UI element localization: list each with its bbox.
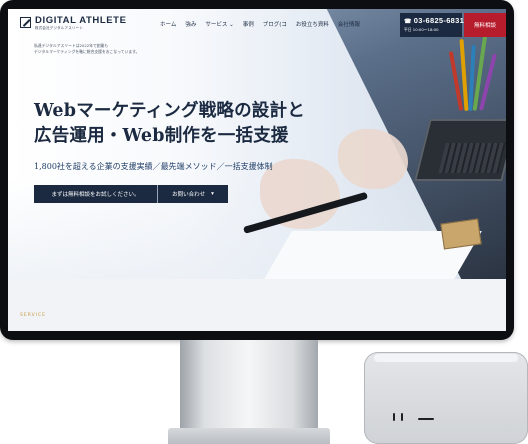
logo-subtitle: 株式会社デジタルアスリート: [35, 26, 84, 30]
usb-port-icon: [393, 413, 395, 421]
browser-screen: DIGITAL ATHLETE 株式会社デジタルアスリート ホーム 強み サービ…: [8, 9, 506, 331]
hero-headline: Webマーケティング戦略の設計と 広告運用・Web制作を一括支援: [34, 99, 305, 149]
contact-cta-label: お問い合わせ: [172, 192, 206, 198]
nav-item-services[interactable]: サービス ⌄: [205, 20, 233, 28]
nav-item-strengths[interactable]: 強み: [185, 20, 196, 28]
free-consultation-button[interactable]: 無料相談: [464, 13, 506, 37]
phone-contact[interactable]: ☎ 03-6825-6831 平日 10:00〜18:00: [400, 13, 465, 37]
monitor: DIGITAL ATHLETE 株式会社デジタルアスリート ホーム 強み サービ…: [0, 0, 514, 340]
nav-item-home[interactable]: ホーム: [160, 20, 176, 28]
hero-subheadline: 1,800社を超える企業の支援実績／最先端メソッド／一括支援体制: [34, 162, 273, 171]
nav-item-resources[interactable]: お役立ち資料: [296, 20, 329, 28]
main-nav: ホーム 強み サービス ⌄ 事例 ブログ(コ お役立ち資料 会社情報: [160, 20, 360, 28]
monitor-stand-foot: [168, 428, 330, 444]
laptop-keyboard-image: [438, 143, 506, 173]
contact-cta-button[interactable]: お問い合わせ ▾: [158, 185, 228, 203]
hero-intro-text: 私達デジタルアスリートは2022年で創業も デジタルマーケティングを軸に総合支援…: [34, 43, 184, 55]
site-header: DIGITAL ATHLETE 株式会社デジタルアスリート ホーム 強み サービ…: [8, 9, 506, 39]
chevron-down-icon: ▾: [211, 191, 214, 197]
hero-intro-line-2: デジタルマーケティングを軸に総合支援をおこなっています。: [34, 49, 140, 54]
mac-studio-top-edge: [374, 354, 518, 362]
hero-headline-line-1: Webマーケティング戦略の設計と: [34, 101, 305, 121]
logo-name: DIGITAL ATHLETE: [35, 15, 127, 26]
nav-item-company[interactable]: 会社情報: [338, 20, 360, 28]
usb-port-icon-2: [401, 413, 403, 421]
logo-mark-icon: [20, 17, 31, 28]
mac-studio-device: [364, 352, 528, 444]
pencil-cup-image: [448, 31, 498, 112]
nav-item-blog[interactable]: ブログ(コ: [263, 20, 287, 28]
phone-number: 03-6825-6831: [413, 16, 465, 25]
business-cards-image: [440, 218, 482, 250]
phone-hours: 平日 10:00〜18:00: [404, 27, 439, 32]
sd-card-slot-icon: [418, 418, 434, 420]
service-section-label: SERVICE: [20, 313, 46, 318]
hero-headline-line-2: 広告運用・Web制作を一括支援: [34, 126, 289, 146]
service-section: SERVICE: [8, 279, 506, 331]
nav-item-cases[interactable]: 事例: [243, 20, 254, 28]
free-consultation-cta-button[interactable]: まずは無料相談をお試しください。: [34, 185, 158, 203]
phone-icon: ☎: [404, 19, 412, 25]
site-logo[interactable]: DIGITAL ATHLETE 株式会社デジタルアスリート: [20, 16, 127, 31]
